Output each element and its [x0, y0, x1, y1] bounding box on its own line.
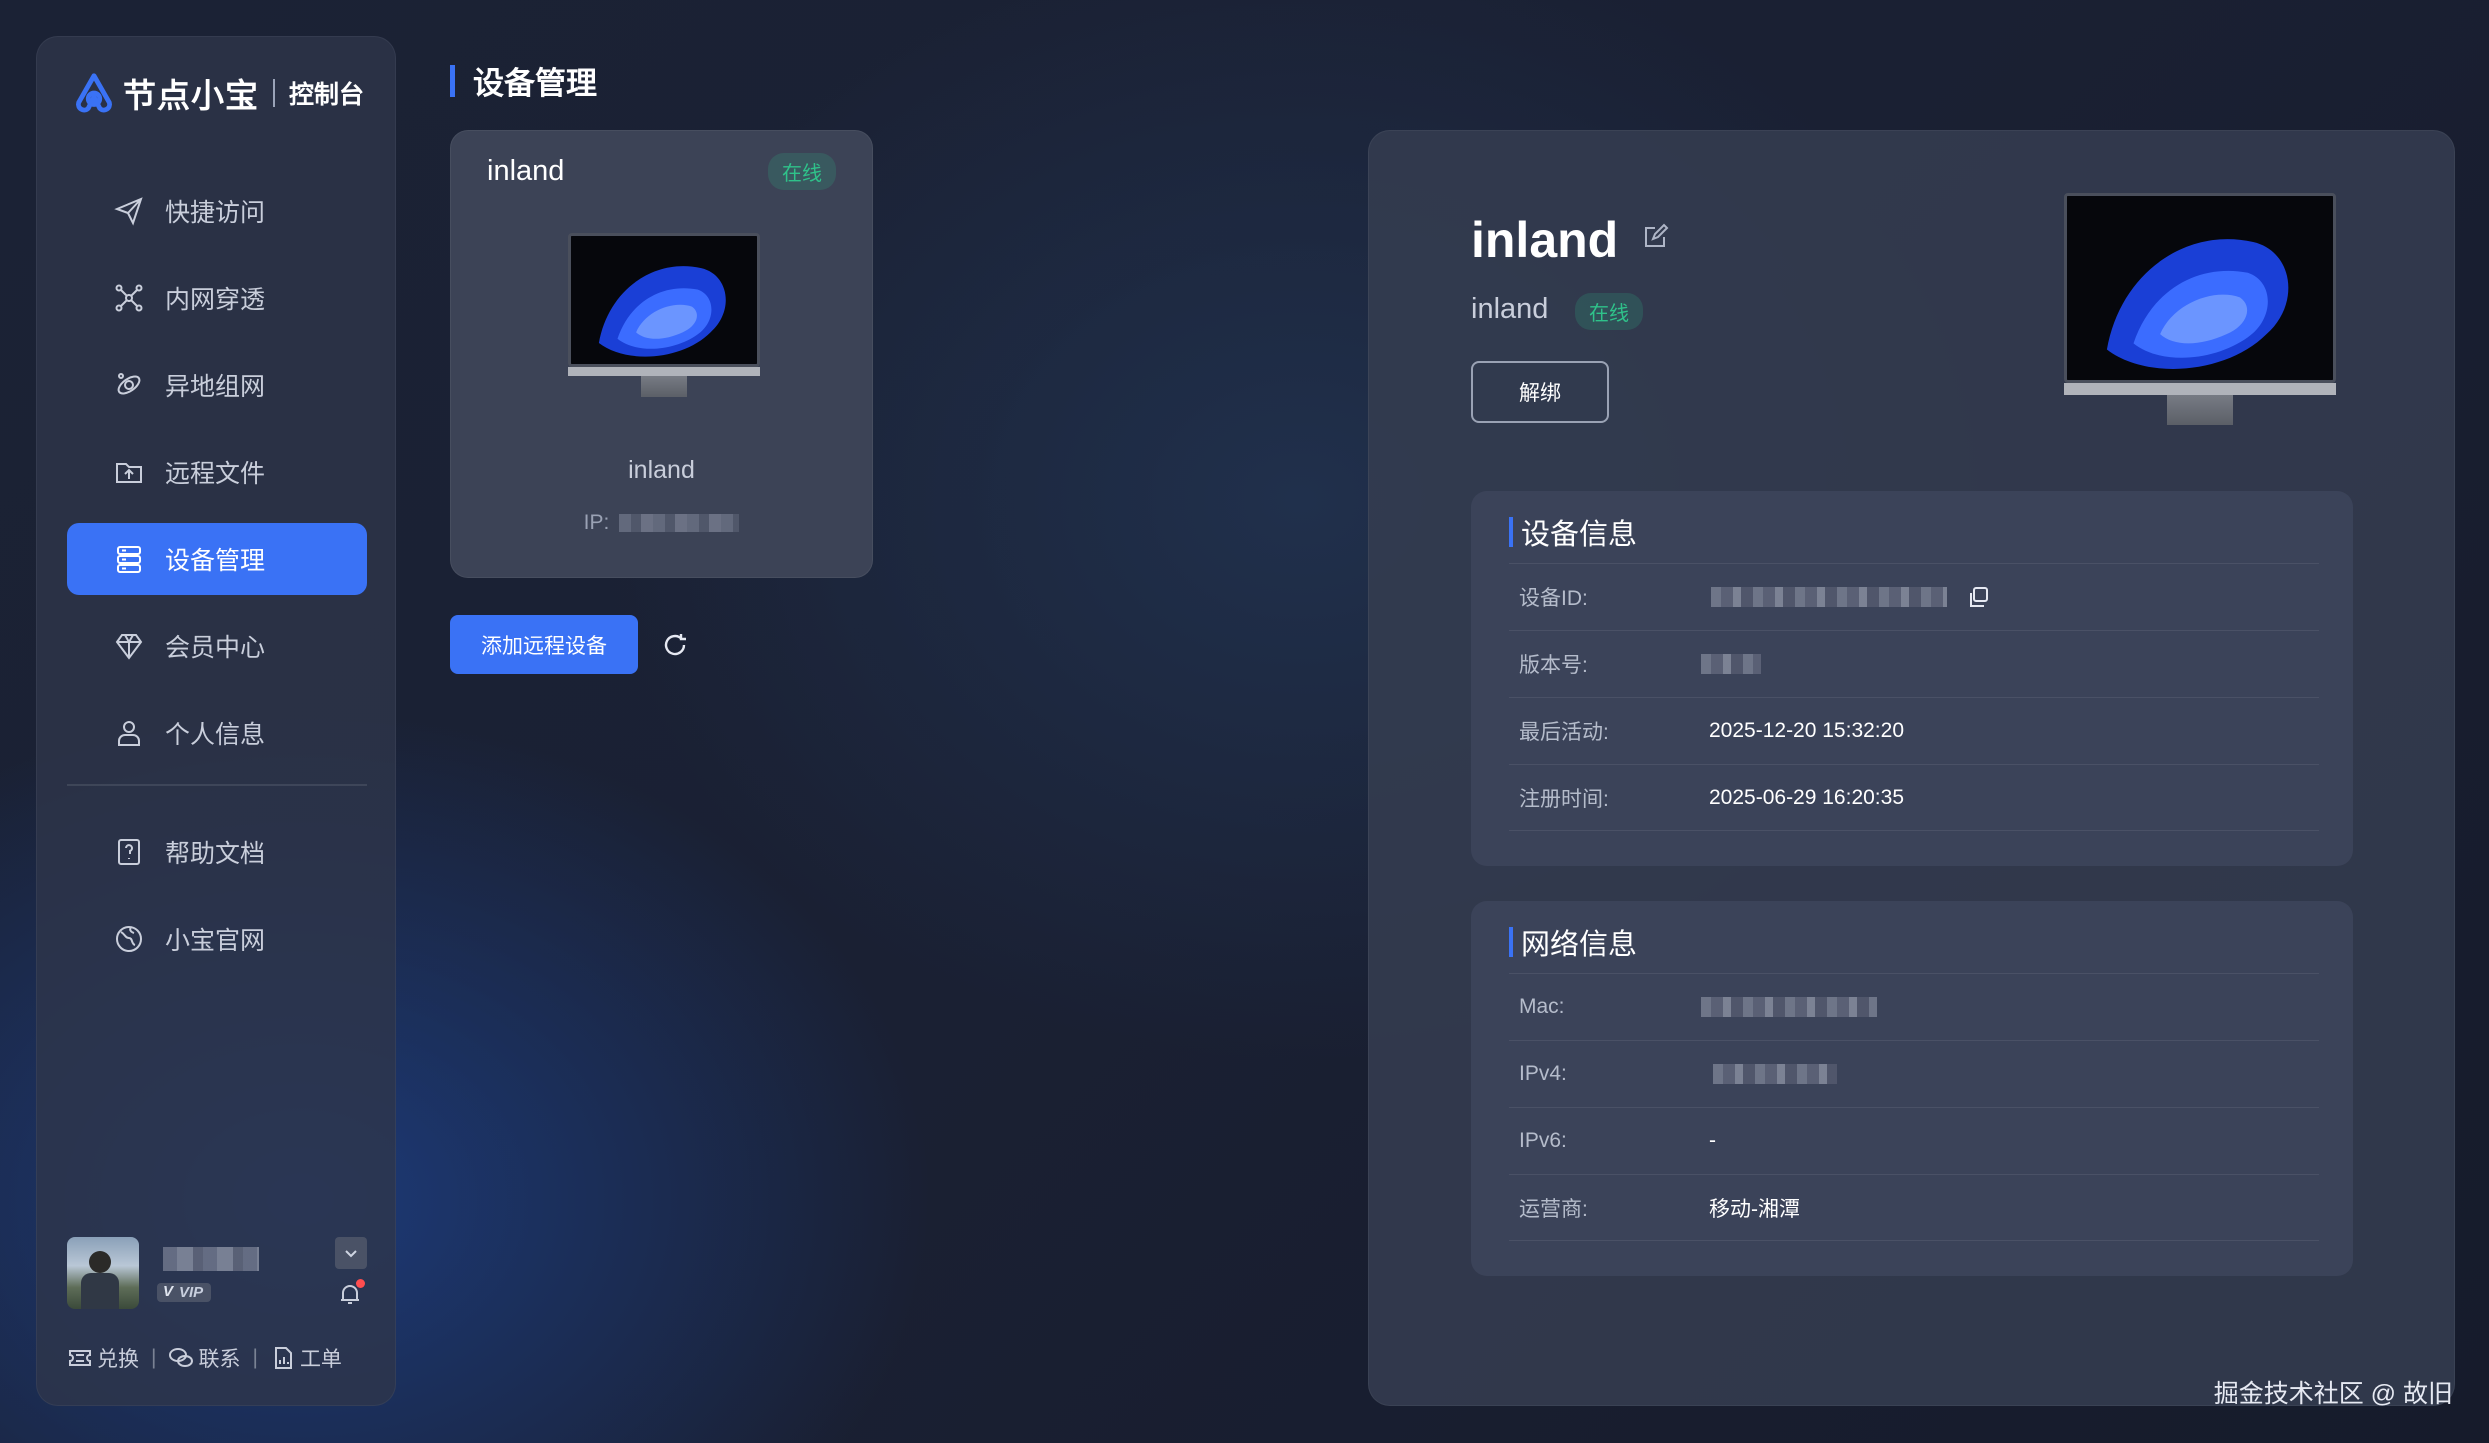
info-row-version: 版本号:	[1509, 630, 2319, 697]
device-id-redacted	[1711, 587, 1947, 607]
unbind-button[interactable]: 解绑	[1471, 361, 1609, 423]
ticket-label: 工单	[299, 1348, 342, 1371]
add-remote-device-button[interactable]: 添加远程设备	[450, 615, 638, 674]
edit-icon[interactable]	[1641, 223, 1669, 251]
footer-separator: |	[252, 1346, 258, 1369]
user-menu-button[interactable]	[335, 1237, 367, 1269]
ip-label: IP:	[583, 511, 610, 534]
sidebar-item-label: 快捷访问	[165, 199, 266, 227]
mac-redacted	[1701, 997, 1877, 1017]
work-order-icon	[274, 1347, 292, 1369]
wechat-icon	[169, 1348, 194, 1367]
info-row-device-id: 设备ID:	[1509, 563, 2319, 630]
ticket-icon	[69, 1350, 91, 1366]
nav-divider	[67, 784, 367, 786]
sidebar-item-intranet[interactable]: 内网穿透	[67, 262, 367, 334]
network-info-box: 网络信息 Mac: IPv4: IPv6: - 运营商: 移动-湘潭	[1471, 901, 2353, 1276]
watermark: 掘金技术社区 @ 故旧	[2213, 1380, 2453, 1408]
ipv4-redacted	[1713, 1064, 1837, 1084]
detail-device-name: inland	[1471, 212, 1619, 268]
vip-badge: VIP	[157, 1283, 212, 1302]
sidebar-footer: 兑换 | 联系 | 工单	[67, 1343, 342, 1373]
device-detail-panel: inland inland 在线 解绑 设备信息 设备ID: 版本号: 最后活动…	[1368, 130, 2455, 1406]
sidebar-item-membership[interactable]: 会员中心	[67, 610, 367, 682]
version-redacted	[1701, 654, 1761, 674]
sidebar-item-device-management[interactable]: 设备管理	[67, 523, 367, 595]
info-row-registered: 注册时间: 2025-06-29 16:20:35	[1509, 764, 2319, 831]
sidebar-item-profile[interactable]: 个人信息	[67, 697, 367, 769]
sidebar-item-remote-network[interactable]: 异地组网	[67, 349, 367, 421]
info-row-ipv4: IPv4:	[1509, 1040, 2319, 1107]
redeem-link[interactable]: 兑换	[67, 1343, 139, 1373]
help-doc-icon	[118, 839, 140, 865]
brand[interactable]: 节点小宝 控制台	[71, 69, 364, 117]
brand-subtitle: 控制台	[289, 81, 365, 109]
sidebar-item-label: 异地组网	[165, 373, 266, 401]
device-info-box: 设备信息 设备ID: 版本号: 最后活动: 2025-12-20 15:32:2…	[1471, 491, 2353, 866]
status-badge: 在线	[768, 153, 836, 190]
device-card-label: inland	[628, 456, 695, 484]
sidebar: 节点小宝 控制台 快捷访问 内网穿透 异地组网 远程文件 设备管理 会员中心 个…	[36, 36, 396, 1406]
sidebar-item-remote-files[interactable]: 远程文件	[67, 436, 367, 508]
brand-separator	[273, 79, 275, 107]
username-redacted	[163, 1247, 259, 1271]
monitor-icon	[2064, 193, 2336, 425]
sidebar-item-label: 帮助文档	[165, 840, 266, 868]
sidebar-item-label: 内网穿透	[165, 286, 266, 314]
page-title-text: 设备管理	[473, 66, 597, 101]
brand-name: 节点小宝	[123, 77, 259, 114]
chevron-down-icon	[345, 1250, 357, 1258]
sidebar-item-label: 个人信息	[165, 721, 266, 749]
footer-separator: |	[151, 1346, 157, 1369]
redeem-label: 兑换	[97, 1348, 139, 1371]
sidebar-item-quick-access[interactable]: 快捷访问	[67, 175, 367, 247]
detail-sub-name: inland	[1471, 293, 1549, 325]
ip-value-redacted	[619, 514, 740, 533]
folder-upload-icon	[116, 463, 142, 483]
server-icon	[117, 546, 141, 573]
user-icon	[118, 721, 140, 746]
sidebar-item-label: 会员中心	[165, 634, 266, 662]
device-info-title: 设备信息	[1509, 511, 1637, 553]
brand-logo-icon	[76, 73, 112, 113]
send-icon	[114, 197, 143, 226]
device-card[interactable]: inland 在线 inland IP:	[450, 130, 873, 578]
sidebar-nav: 快捷访问 内网穿透 异地组网 远程文件 设备管理 会员中心 个人信息 帮助文档 …	[67, 175, 367, 990]
status-badge: 在线	[1575, 293, 1643, 330]
diamond-icon	[115, 634, 143, 660]
orbit-icon	[117, 373, 141, 395]
globe-icon	[116, 926, 142, 952]
contact-label: 联系	[198, 1348, 241, 1371]
ticket-link[interactable]: 工单	[270, 1343, 342, 1373]
network-icon	[115, 284, 143, 312]
page-title: 设备管理	[450, 58, 597, 103]
avatar[interactable]	[67, 1237, 139, 1309]
user-panel: VIP	[67, 1237, 367, 1317]
info-row-mac: Mac:	[1509, 973, 2319, 1040]
copy-icon[interactable]	[1965, 584, 1991, 610]
notification-dot	[356, 1279, 365, 1288]
title-accent-bar	[450, 64, 455, 97]
sidebar-item-help-docs[interactable]: 帮助文档	[67, 816, 367, 888]
sidebar-item-label: 设备管理	[165, 547, 266, 575]
device-card-ip: IP:	[451, 511, 872, 535]
network-info-title: 网络信息	[1509, 921, 1637, 963]
refresh-icon[interactable]	[660, 630, 690, 660]
info-row-isp: 运营商: 移动-湘潭	[1509, 1174, 2319, 1241]
sidebar-item-label: 远程文件	[165, 460, 266, 488]
sidebar-item-official-site[interactable]: 小宝官网	[67, 903, 367, 975]
info-row-ipv6: IPv6: -	[1509, 1107, 2319, 1174]
sidebar-item-label: 小宝官网	[165, 927, 266, 955]
info-row-last-active: 最后活动: 2025-12-20 15:32:20	[1509, 697, 2319, 764]
monitor-icon	[568, 233, 760, 397]
device-card-name: inland	[487, 155, 565, 187]
contact-link[interactable]: 联系	[168, 1343, 240, 1373]
